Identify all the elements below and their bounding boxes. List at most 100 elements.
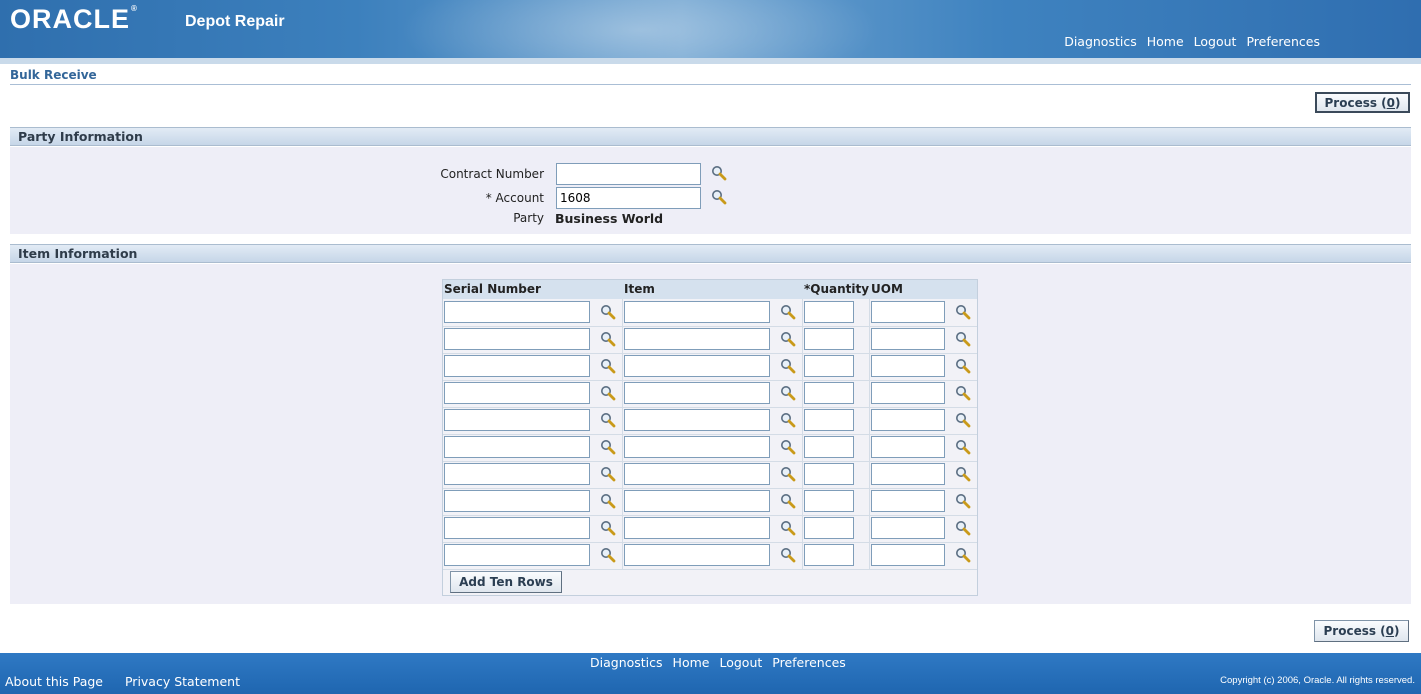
col-header-uom: UOM xyxy=(870,280,977,299)
footer-link-diagnostics[interactable]: Diagnostics xyxy=(590,655,663,670)
quantity-input-row-6[interactable] xyxy=(804,436,854,458)
serial-number-input-row-3[interactable] xyxy=(444,355,590,377)
quantity-input-row-9[interactable] xyxy=(804,517,854,539)
contract-number-search-icon[interactable] xyxy=(711,165,727,181)
uom-search-icon[interactable] xyxy=(955,547,971,563)
add-ten-rows-button[interactable]: Add Ten Rows xyxy=(450,571,562,593)
account-search-icon[interactable] xyxy=(711,189,727,205)
quantity-input-row-3[interactable] xyxy=(804,355,854,377)
footer-link-home[interactable]: Home xyxy=(673,655,710,670)
uom-input-row-2[interactable] xyxy=(871,328,945,350)
row-divider xyxy=(443,488,977,489)
uom-search-icon[interactable] xyxy=(955,331,971,347)
row-divider xyxy=(443,380,977,381)
process-button-top-count: 0 xyxy=(1386,95,1396,110)
privacy-statement-link[interactable]: Privacy Statement xyxy=(125,674,240,689)
contract-number-input[interactable] xyxy=(556,163,701,185)
quantity-input-row-1[interactable] xyxy=(804,301,854,323)
uom-input-row-3[interactable] xyxy=(871,355,945,377)
account-input[interactable] xyxy=(556,187,701,209)
serial-number-search-icon[interactable] xyxy=(600,520,616,536)
quantity-input-row-5[interactable] xyxy=(804,409,854,431)
party-section-header: Party Information xyxy=(10,127,1411,146)
item-search-icon[interactable] xyxy=(780,331,796,347)
item-input-row-4[interactable] xyxy=(624,382,770,404)
item-input-row-5[interactable] xyxy=(624,409,770,431)
uom-input-row-7[interactable] xyxy=(871,463,945,485)
uom-input-row-6[interactable] xyxy=(871,436,945,458)
serial-number-input-row-2[interactable] xyxy=(444,328,590,350)
item-search-icon[interactable] xyxy=(780,412,796,428)
process-button-bottom[interactable]: Process (0) xyxy=(1314,620,1409,642)
serial-number-search-icon[interactable] xyxy=(600,385,616,401)
item-input-row-3[interactable] xyxy=(624,355,770,377)
title-divider xyxy=(10,84,1411,85)
item-input-row-2[interactable] xyxy=(624,328,770,350)
item-search-icon[interactable] xyxy=(780,466,796,482)
global-link-home[interactable]: Home xyxy=(1147,34,1184,49)
global-link-preferences[interactable]: Preferences xyxy=(1246,34,1320,49)
serial-number-input-row-7[interactable] xyxy=(444,463,590,485)
uom-search-icon[interactable] xyxy=(955,466,971,482)
item-search-icon[interactable] xyxy=(780,547,796,563)
serial-number-input-row-9[interactable] xyxy=(444,517,590,539)
about-this-page-link[interactable]: About this Page xyxy=(5,674,103,689)
uom-input-row-8[interactable] xyxy=(871,490,945,512)
row-divider xyxy=(443,434,977,435)
serial-number-input-row-8[interactable] xyxy=(444,490,590,512)
serial-number-input-row-1[interactable] xyxy=(444,301,590,323)
item-search-icon[interactable] xyxy=(780,358,796,374)
quantity-input-row-2[interactable] xyxy=(804,328,854,350)
col-header-serial-number: Serial Number xyxy=(443,280,623,299)
item-input-row-7[interactable] xyxy=(624,463,770,485)
oracle-logo: ORACLE® xyxy=(10,4,138,34)
quantity-input-row-7[interactable] xyxy=(804,463,854,485)
item-search-icon[interactable] xyxy=(780,385,796,401)
serial-number-input-row-10[interactable] xyxy=(444,544,590,566)
item-input-row-9[interactable] xyxy=(624,517,770,539)
row-divider xyxy=(443,353,977,354)
uom-search-icon[interactable] xyxy=(955,493,971,509)
uom-input-row-1[interactable] xyxy=(871,301,945,323)
uom-search-icon[interactable] xyxy=(955,358,971,374)
header-sheen xyxy=(380,0,900,58)
item-search-icon[interactable] xyxy=(780,304,796,320)
uom-search-icon[interactable] xyxy=(955,412,971,428)
uom-input-row-5[interactable] xyxy=(871,409,945,431)
footer-link-preferences[interactable]: Preferences xyxy=(772,655,846,670)
uom-input-row-9[interactable] xyxy=(871,517,945,539)
quantity-input-row-10[interactable] xyxy=(804,544,854,566)
uom-search-icon[interactable] xyxy=(955,385,971,401)
app-name: Depot Repair xyxy=(185,13,285,30)
serial-number-search-icon[interactable] xyxy=(600,358,616,374)
item-input-row-6[interactable] xyxy=(624,436,770,458)
item-search-icon[interactable] xyxy=(780,493,796,509)
item-input-row-8[interactable] xyxy=(624,490,770,512)
item-search-icon[interactable] xyxy=(780,520,796,536)
uom-input-row-4[interactable] xyxy=(871,382,945,404)
serial-number-search-icon[interactable] xyxy=(600,412,616,428)
serial-number-search-icon[interactable] xyxy=(600,547,616,563)
footer-link-logout[interactable]: Logout xyxy=(719,655,762,670)
serial-number-input-row-4[interactable] xyxy=(444,382,590,404)
serial-number-search-icon[interactable] xyxy=(600,304,616,320)
quantity-input-row-8[interactable] xyxy=(804,490,854,512)
item-input-row-10[interactable] xyxy=(624,544,770,566)
serial-number-search-icon[interactable] xyxy=(600,439,616,455)
uom-search-icon[interactable] xyxy=(955,439,971,455)
global-link-diagnostics[interactable]: Diagnostics xyxy=(1064,34,1137,49)
uom-input-row-10[interactable] xyxy=(871,544,945,566)
uom-search-icon[interactable] xyxy=(955,520,971,536)
serial-number-input-row-6[interactable] xyxy=(444,436,590,458)
quantity-input-row-4[interactable] xyxy=(804,382,854,404)
process-button-bottom-close: ) xyxy=(1394,624,1400,638)
item-input-row-1[interactable] xyxy=(624,301,770,323)
serial-number-input-row-5[interactable] xyxy=(444,409,590,431)
serial-number-search-icon[interactable] xyxy=(600,493,616,509)
uom-search-icon[interactable] xyxy=(955,304,971,320)
global-link-logout[interactable]: Logout xyxy=(1194,34,1237,49)
item-search-icon[interactable] xyxy=(780,439,796,455)
serial-number-search-icon[interactable] xyxy=(600,331,616,347)
process-button-top[interactable]: Process (0) xyxy=(1315,92,1410,113)
serial-number-search-icon[interactable] xyxy=(600,466,616,482)
